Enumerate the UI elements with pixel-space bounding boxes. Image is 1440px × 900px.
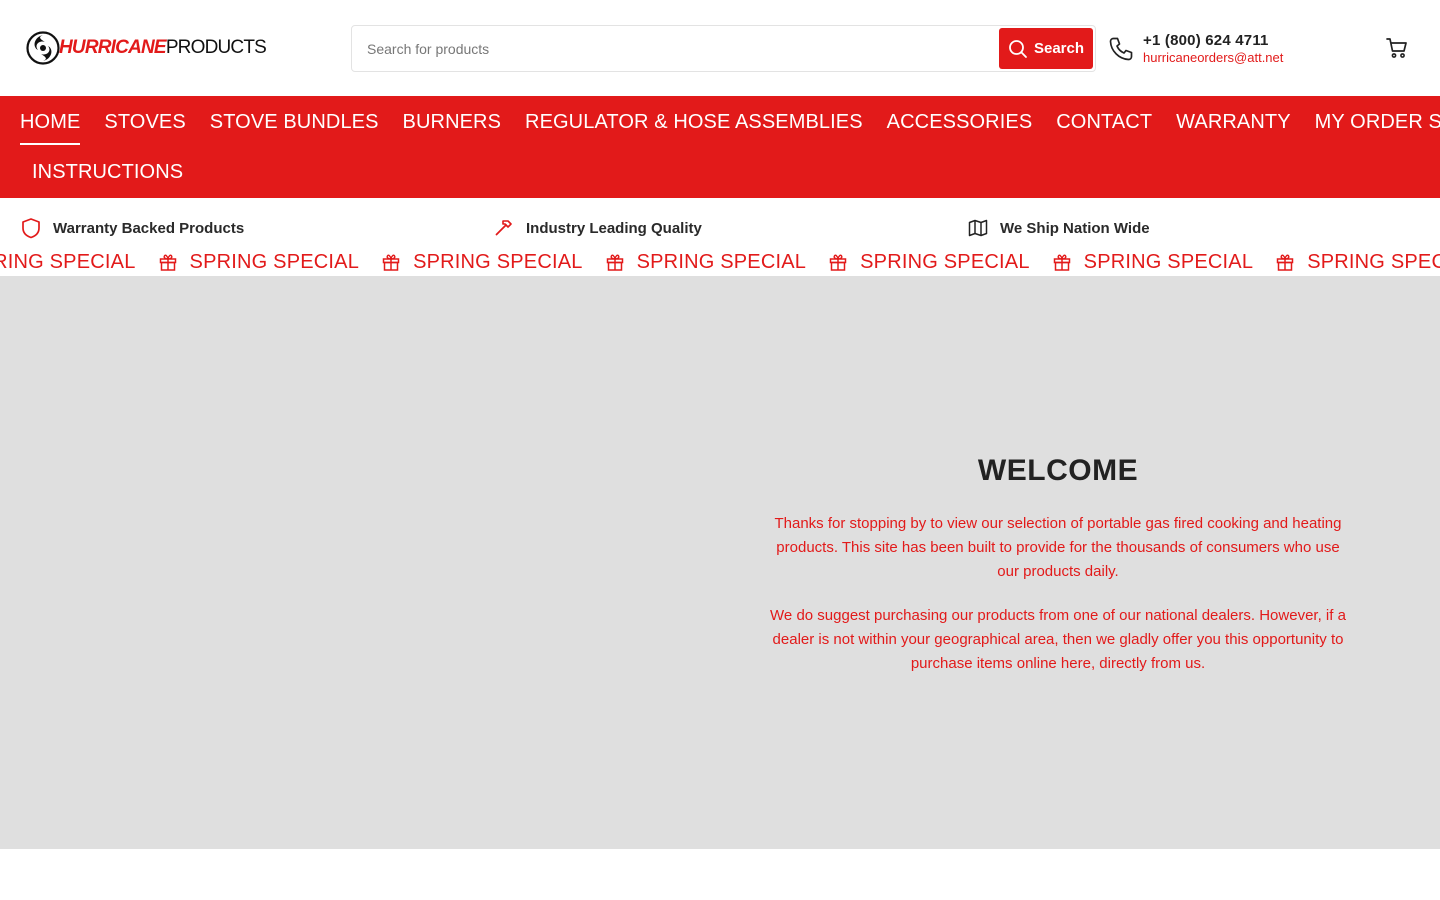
- marquee-item: SPRING SPECIAL: [1275, 251, 1440, 274]
- logo-wordmark: HURRICANEPRODUCTS: [59, 31, 267, 65]
- main-nav: HOME STOVES STOVE BUNDLES BURNERS REGULA…: [0, 96, 1440, 198]
- welcome-block: WELCOME Thanks for stopping by to view o…: [770, 454, 1346, 696]
- feature-label: Warranty Backed Products: [53, 219, 245, 237]
- marquee-item: SPRING SPECIAL: [605, 251, 807, 274]
- gift-icon: [605, 252, 625, 272]
- cart-icon[interactable]: [1385, 36, 1409, 60]
- search-button-label: Search: [1033, 40, 1085, 57]
- feature-warranty: Warranty Backed Products: [21, 217, 244, 239]
- marquee-label: SPRING SPECIAL: [189, 250, 360, 273]
- nav-item-accessories[interactable]: ACCESSORIES: [887, 96, 1033, 146]
- promo-marquee: SPRING SPECIAL SPRING SPECIAL SPRING SPECI…: [0, 248, 1440, 276]
- marquee-item: SPRING SPECIAL: [828, 251, 1030, 274]
- hammer-icon: [495, 220, 512, 236]
- feature-label: We Ship Nation Wide: [1000, 219, 1150, 237]
- welcome-paragraph: We do suggest purchasing our products fr…: [770, 607, 1346, 672]
- nav-item-instructions[interactable]: INSTRUCTIONS: [32, 146, 183, 196]
- nav-item-warranty[interactable]: WARRANTY: [1176, 96, 1291, 146]
- welcome-title: WELCOME: [977, 454, 1139, 487]
- marquee-item: SPRING SPECIAL: [158, 251, 360, 274]
- nav-row: HOME STOVES STOVE BUNDLES BURNERS REGULA…: [20, 96, 1440, 146]
- search-button[interactable]: Search: [999, 28, 1093, 69]
- gift-icon: [158, 252, 178, 272]
- search-bar: Search: [351, 25, 1096, 72]
- hurricane-logo-icon: [26, 31, 60, 65]
- search-input[interactable]: [352, 26, 998, 71]
- phone-icon: [1109, 37, 1133, 61]
- nav-item-order-status[interactable]: MY ORDER STATUS: [1315, 96, 1440, 146]
- site-header: HURRICANEPRODUCTS Search +1 (800) 624 47…: [0, 0, 1440, 96]
- nav-item-burners[interactable]: BURNERS: [403, 96, 502, 146]
- gift-icon: [828, 252, 848, 272]
- map-icon: [968, 219, 988, 237]
- welcome-paragraph: Thanks for stopping by to view our selec…: [774, 515, 1342, 580]
- marquee-track: SPRING SPECIAL SPRING SPECIAL SPRING SPECI…: [0, 248, 1440, 276]
- gift-icon: [1052, 252, 1072, 272]
- site-logo[interactable]: HURRICANEPRODUCTS: [26, 31, 267, 65]
- search-icon: [1009, 39, 1027, 58]
- marquee-label: SPRING SPECIAL: [0, 250, 136, 273]
- logo-brand-text: HURRICANE: [59, 37, 167, 58]
- gift-icon: [381, 252, 401, 272]
- nav-item-stoves[interactable]: STOVES: [104, 96, 185, 146]
- marquee-label: SPRING SPECIAL: [413, 250, 583, 273]
- contact-phone[interactable]: +1 (800) 624 4711: [1143, 32, 1283, 50]
- marquee-label: SPRING SPECIAL: [1083, 250, 1254, 273]
- nav-item-contact[interactable]: CONTACT: [1056, 96, 1152, 146]
- contact-info: +1 (800) 624 4711 hurricaneorders@att.ne…: [1107, 31, 1283, 67]
- nav-row: INSTRUCTIONS: [32, 146, 207, 196]
- marquee-item: SPRING SPECIAL: [381, 251, 583, 274]
- marquee-label: SPRING SPECIAL: [860, 250, 1030, 273]
- gift-icon: [1275, 252, 1295, 272]
- hero-section: WELCOME Thanks for stopping by to view o…: [0, 276, 1440, 849]
- feature-strip: Warranty Backed Products Industry Leadin…: [0, 198, 1440, 248]
- nav-item-home[interactable]: HOME: [20, 96, 81, 146]
- logo-rest-text: PRODUCTS: [165, 37, 267, 58]
- marquee-label: SPRING SPECIAL: [1307, 250, 1440, 273]
- marquee-item: SPRING SPECIAL: [0, 251, 136, 274]
- nav-item-stove-bundles[interactable]: STOVE BUNDLES: [210, 96, 379, 146]
- feature-quality: Industry Leading Quality: [494, 217, 702, 239]
- feature-label: Industry Leading Quality: [526, 219, 702, 237]
- marquee-item: SPRING SPECIAL: [1052, 251, 1254, 274]
- feature-shipping: We Ship Nation Wide: [968, 217, 1150, 239]
- marquee-label: SPRING SPECIAL: [636, 250, 807, 273]
- nav-item-regulator-hose[interactable]: REGULATOR & HOSE ASSEMBLIES: [525, 96, 863, 146]
- shield-icon: [22, 218, 40, 239]
- contact-email[interactable]: hurricaneorders@att.net: [1143, 50, 1283, 66]
